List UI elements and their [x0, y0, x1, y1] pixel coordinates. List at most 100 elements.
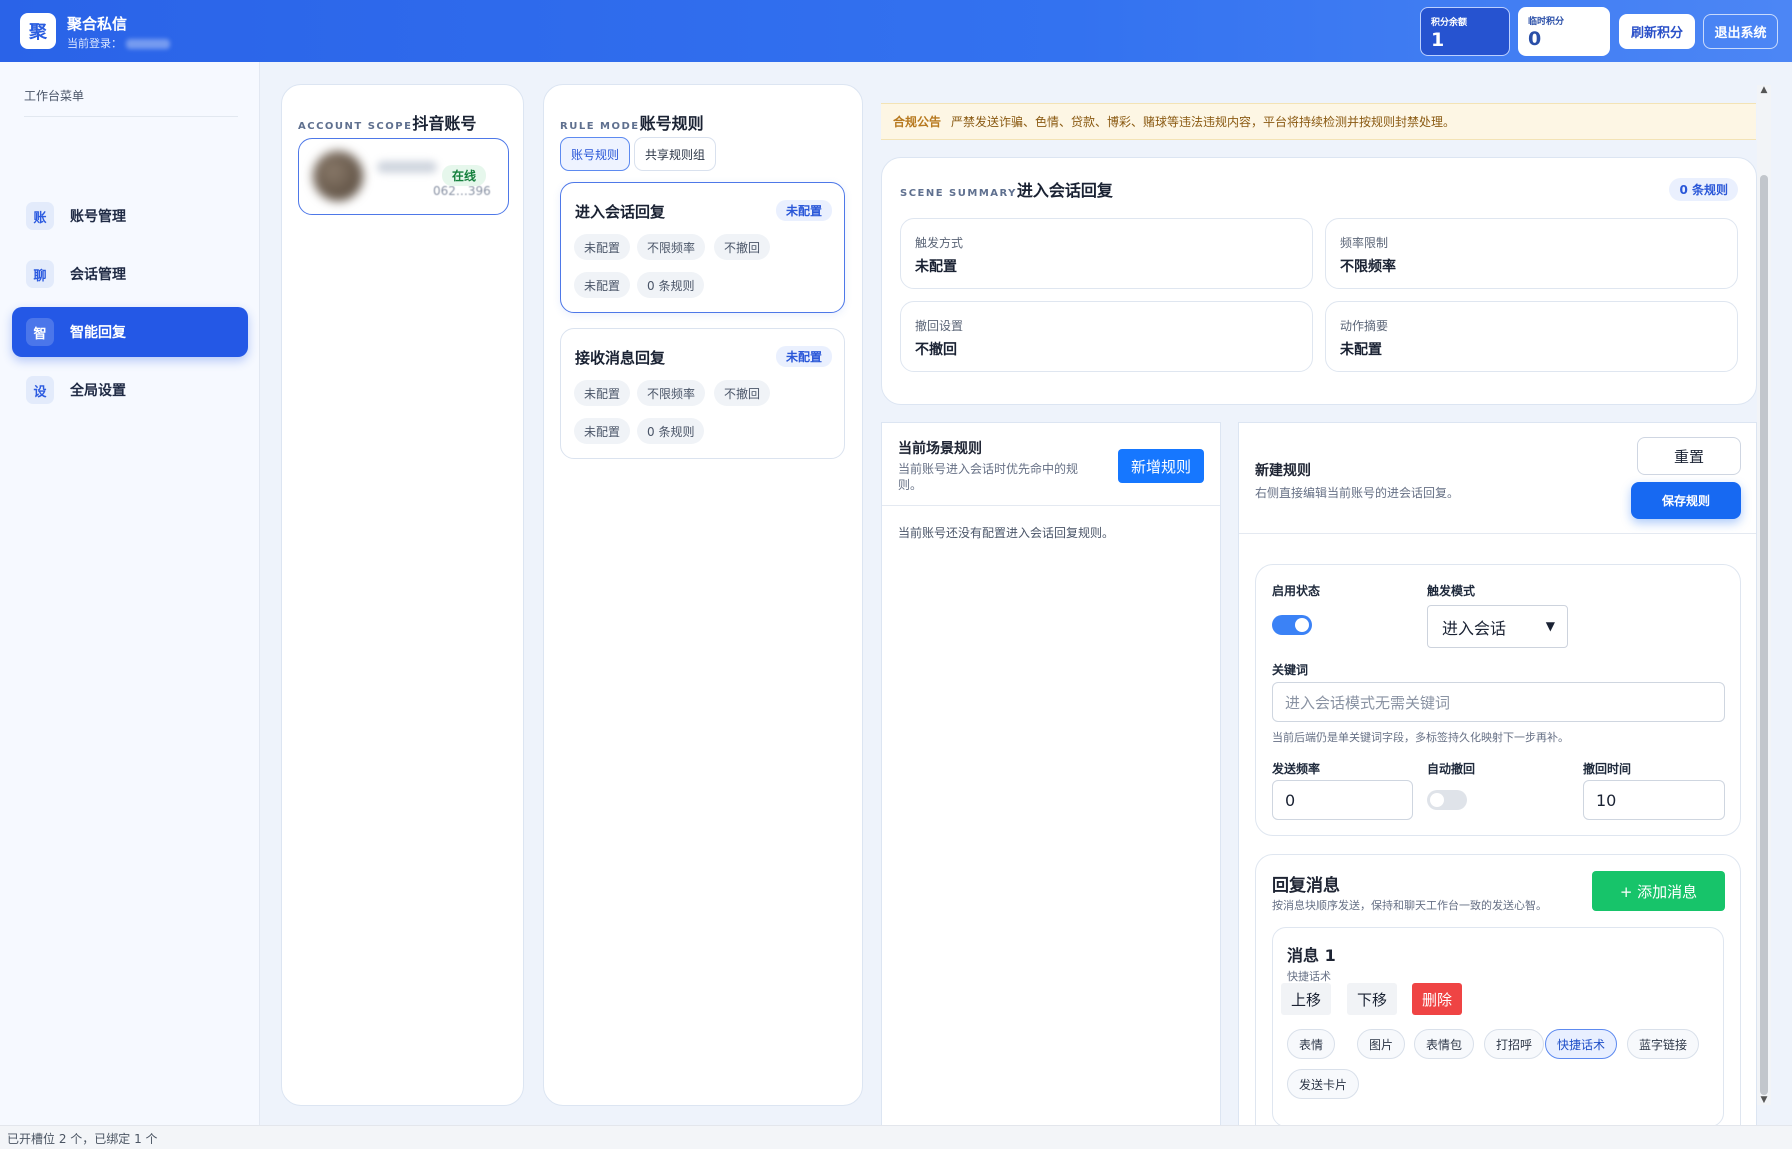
keyword-label: 关键词 [1272, 663, 1309, 677]
keyword-input[interactable]: 进入会话模式无需关键词 [1272, 682, 1725, 722]
divider [1239, 533, 1756, 534]
scene-badge: 未配置 [775, 346, 832, 367]
main-scrollbar[interactable]: ▲ ▼ [1757, 85, 1771, 1105]
accounts-panel: ACCOUNT SCOPE抖音账号 062…396 在线 [281, 84, 524, 1106]
summary-value: 未配置 [915, 259, 957, 275]
account-id: 062…396 [433, 184, 491, 198]
scroll-up-icon[interactable]: ▲ [1759, 85, 1769, 95]
trigger-mode-select[interactable]: 进入会话 ▼ [1427, 605, 1568, 648]
rule-form-subtitle: 右侧直接编辑当前账号的进会话回复。 [1255, 486, 1460, 500]
account-card[interactable]: 062…396 在线 [298, 138, 509, 215]
accounts-eyebrow: ACCOUNT SCOPE [298, 121, 413, 132]
enabled-toggle[interactable] [1272, 615, 1312, 635]
current-rules-title: 当前场景规则 [898, 441, 982, 457]
trigger-mode-label: 触发模式 [1427, 584, 1476, 598]
message-title: 消息 1 [1287, 946, 1336, 965]
sidebar: 工作台菜单 账 账号管理 聊 会话管理 智 智能回复 设 全局设置 [0, 62, 260, 1125]
temp-points-label: 临时积分 [1528, 17, 1565, 27]
rules-tabs: 账号规则 共享规则组 [560, 137, 717, 171]
scene-chip: 不限频率 [637, 380, 706, 406]
scene-chip: 不撤回 [714, 380, 771, 406]
rule-form-title: 新建规则 [1255, 463, 1311, 479]
summary-value: 不限频率 [1340, 259, 1396, 275]
move-up-button[interactable]: 上移 [1281, 983, 1332, 1015]
login-user-redacted [126, 39, 170, 49]
rules-title: 账号规则 [639, 114, 704, 133]
auto-recall-toggle[interactable] [1427, 790, 1467, 810]
sidebar-item-smart-reply[interactable]: 智 智能回复 [12, 307, 248, 357]
points-balance-value: 1 [1431, 29, 1445, 51]
frequency-input[interactable]: 0 [1272, 780, 1413, 820]
reply-messages-subtitle: 按消息块顺序发送，保持和聊天工作台一致的发送心智。 [1272, 899, 1547, 912]
logout-button[interactable]: 退出系统 [1703, 14, 1778, 49]
type-chip[interactable]: 图片 [1357, 1029, 1406, 1059]
points-balance-card: 积分余额 1 [1420, 7, 1510, 56]
tab-shared-rule-groups[interactable]: 共享规则组 [634, 137, 717, 171]
notice-tag: 合规公告 [893, 115, 942, 129]
type-chip[interactable]: 发送卡片 [1287, 1069, 1360, 1099]
move-down-button[interactable]: 下移 [1347, 983, 1398, 1015]
sidebar-item-conversations[interactable]: 聊 会话管理 [12, 249, 248, 299]
login-info: 当前登录： [67, 35, 170, 51]
scroll-down-icon[interactable]: ▼ [1759, 1095, 1769, 1105]
brand-logo: 聚 [20, 13, 56, 49]
summary-value: 未配置 [1340, 342, 1382, 358]
reset-button[interactable]: 重置 [1637, 437, 1741, 475]
scene-card-enter[interactable]: 进入会话回复 未配置 未配置 不限频率 不撤回 未配置 0 条规则 [560, 182, 845, 313]
scene-chip: 0 条规则 [637, 272, 705, 298]
top-bar: 聚 聚合私信 当前登录： 积分余额 1 临时积分 0 刷新积分 退出系统 [0, 0, 1792, 62]
status-footer: 已开槽位 2 个，已绑定 1 个 [0, 1125, 1792, 1149]
refresh-points-button[interactable]: 刷新积分 [1619, 14, 1695, 49]
scene-title: 接收消息回复 [575, 349, 666, 367]
message-type: 快捷话术 [1287, 970, 1331, 983]
add-message-button[interactable]: + 添加消息 [1592, 871, 1725, 911]
rules-eyebrow: RULE MODE [560, 121, 640, 132]
current-rules-panel: 当前场景规则 当前账号进入会话时优先命中的规则。 新增规则 当前账号还没有配置进… [881, 422, 1221, 1125]
type-chip[interactable]: 表情包 [1414, 1029, 1475, 1059]
delete-message-button[interactable]: 删除 [1412, 983, 1463, 1015]
save-rule-button[interactable]: 保存规则 [1631, 482, 1741, 519]
empty-rules-text: 当前账号还没有配置进入会话回复规则。 [898, 526, 1115, 540]
summary-label: 撤回设置 [915, 319, 964, 333]
summary-action: 动作摘要 未配置 [1325, 301, 1738, 372]
type-chip[interactable]: 打招呼 [1484, 1029, 1545, 1059]
toggle-knob [1430, 793, 1444, 807]
add-rule-button[interactable]: 新增规则 [1118, 449, 1204, 483]
trigger-mode-value: 进入会话 [1442, 618, 1507, 638]
summary-trigger: 触发方式 未配置 [900, 218, 1313, 289]
summary-title: 进入会话回复 [1016, 181, 1113, 200]
type-chip-active[interactable]: 快捷话术 [1545, 1029, 1618, 1059]
tab-account-rules[interactable]: 账号规则 [560, 137, 631, 171]
recall-time-input[interactable]: 10 [1583, 780, 1725, 820]
enabled-label: 启用状态 [1272, 584, 1321, 598]
temp-points-value: 0 [1528, 28, 1542, 50]
frequency-label: 发送频率 [1272, 762, 1321, 776]
account-name-redacted [377, 161, 437, 173]
summary-value: 不撤回 [915, 342, 957, 358]
summary-recall: 撤回设置 不撤回 [900, 301, 1313, 372]
rule-settings-card: 启用状态 触发模式 进入会话 ▼ 关键词 进入会话模式无需关键词 当前后端仍是单… [1255, 564, 1741, 836]
sidebar-item-accounts[interactable]: 账 账号管理 [12, 191, 248, 241]
temp-points-card: 临时积分 0 [1518, 7, 1610, 56]
rules-panel-header: RULE MODE账号规则 [560, 110, 704, 134]
sidebar-item-settings[interactable]: 设 全局设置 [12, 365, 248, 415]
sidebar-divider [24, 116, 238, 117]
scene-chip: 未配置 [574, 418, 631, 444]
summary-header: SCENE SUMMARY进入会话回复 [900, 177, 1113, 201]
type-chip[interactable]: 表情 [1287, 1029, 1336, 1059]
scene-chip: 0 条规则 [637, 418, 705, 444]
scene-title: 进入会话回复 [575, 203, 666, 221]
scene-card-receive[interactable]: 接收消息回复 未配置 未配置 不限频率 不撤回 未配置 0 条规则 [560, 328, 845, 459]
sidebar-item-label: 全局设置 [70, 383, 126, 399]
sidebar-title: 工作台菜单 [24, 89, 85, 103]
scene-chip: 不撤回 [714, 234, 771, 260]
summary-eyebrow: SCENE SUMMARY [900, 188, 1017, 199]
sidebar-item-label: 账号管理 [70, 209, 126, 225]
sidebar-item-label: 会话管理 [70, 267, 126, 283]
type-chip[interactable]: 蓝字链接 [1627, 1029, 1700, 1059]
sidebar-item-label: 智能回复 [70, 325, 126, 341]
divider [882, 505, 1220, 506]
avatar [313, 151, 363, 201]
chat-icon: 聊 [26, 260, 54, 288]
scroll-thumb[interactable] [1760, 175, 1768, 1095]
